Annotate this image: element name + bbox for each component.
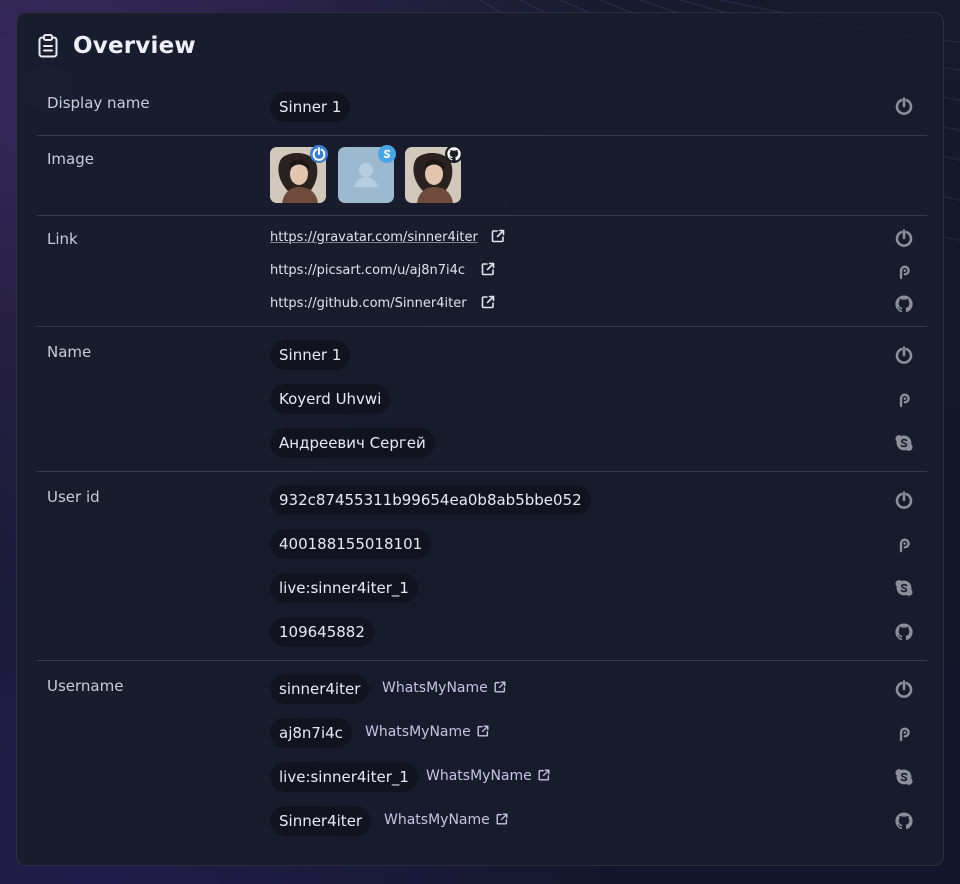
github-icon (895, 623, 913, 641)
gravatar-profile-link[interactable]: https://gravatar.com/sinner4iter (270, 230, 478, 245)
whatsmyname-link[interactable]: WhatsMyName (365, 724, 471, 740)
skype-icon (894, 434, 914, 452)
user-id-value: live:sinner4iter_1 (270, 573, 418, 603)
name-label: Name (47, 343, 92, 361)
external-link-icon[interactable] (480, 261, 496, 277)
user-id-value: 932c87455311b99654ea0b8ab5bbe052 (270, 485, 591, 515)
link-section: Link https://gravatar.com/sinner4iter ht… (37, 216, 927, 326)
username-label: Username (47, 677, 124, 695)
github-icon (447, 147, 461, 161)
page-title: Overview (73, 33, 196, 59)
username-value: live:sinner4iter_1 (270, 762, 418, 792)
name-value: Koyerd Uhvwi (270, 384, 391, 414)
skype-badge (378, 145, 396, 163)
name-value: Андреевич Сергей (270, 428, 435, 458)
external-link-icon[interactable] (480, 294, 496, 310)
display-name-label: Display name (47, 94, 150, 112)
picsart-icon (899, 727, 910, 742)
username-value: aj8n7i4c (270, 718, 352, 748)
external-link-icon[interactable] (495, 812, 509, 826)
user-id-section: User id 932c87455311b99654ea0b8ab5bbe052… (37, 472, 927, 660)
username-section: Username sinner4iter WhatsMyName aj8n7i4… (37, 661, 927, 851)
user-id-value: 109645882 (270, 617, 374, 647)
name-section: Name Sinner 1 Koyerd Uhvwi Андреевич Сер… (37, 327, 927, 471)
github-icon (895, 812, 913, 830)
panel-header: Overview (37, 33, 196, 59)
picsart-icon (899, 393, 910, 408)
external-link-icon[interactable] (493, 680, 507, 694)
gravatar-icon (895, 346, 913, 364)
image-section: Image (37, 136, 927, 216)
whatsmyname-link[interactable]: WhatsMyName (382, 680, 488, 696)
name-value: Sinner 1 (270, 340, 351, 370)
skype-icon (894, 768, 914, 786)
avatar-github[interactable] (405, 145, 463, 203)
external-link-icon[interactable] (476, 724, 490, 738)
skype-icon (383, 149, 391, 159)
gravatar-badge (310, 145, 328, 163)
gravatar-icon (312, 147, 326, 161)
github-profile-link[interactable]: https://github.com/Sinner4iter (270, 296, 467, 311)
gravatar-icon (895, 680, 913, 698)
gravatar-icon (895, 97, 913, 115)
image-label: Image (47, 150, 94, 168)
link-label: Link (47, 230, 78, 248)
user-id-value: 400188155018101 (270, 529, 432, 559)
user-id-label: User id (47, 488, 100, 506)
gravatar-icon (895, 229, 913, 247)
username-value: sinner4iter (270, 674, 370, 704)
github-icon (895, 295, 913, 313)
overview-panel: Overview Display name Sinner 1 Image Lin… (16, 12, 944, 866)
external-link-icon[interactable] (490, 228, 506, 244)
avatar-gravatar[interactable] (270, 145, 328, 203)
gravatar-icon (895, 491, 913, 509)
skype-icon (894, 579, 914, 597)
avatar-skype[interactable] (338, 145, 396, 203)
username-value: Sinner4iter (270, 806, 372, 836)
github-badge (445, 145, 463, 163)
picsart-icon (899, 538, 910, 553)
picsart-icon (899, 265, 910, 280)
whatsmyname-link[interactable]: WhatsMyName (384, 812, 490, 828)
display-name-value: Sinner 1 (270, 92, 351, 122)
clipboard-icon (38, 34, 58, 58)
picsart-profile-link[interactable]: https://picsart.com/u/aj8n7i4c (270, 263, 465, 278)
external-link-icon[interactable] (537, 768, 551, 782)
display-name-section: Display name Sinner 1 (37, 88, 927, 136)
whatsmyname-link[interactable]: WhatsMyName (426, 768, 532, 784)
